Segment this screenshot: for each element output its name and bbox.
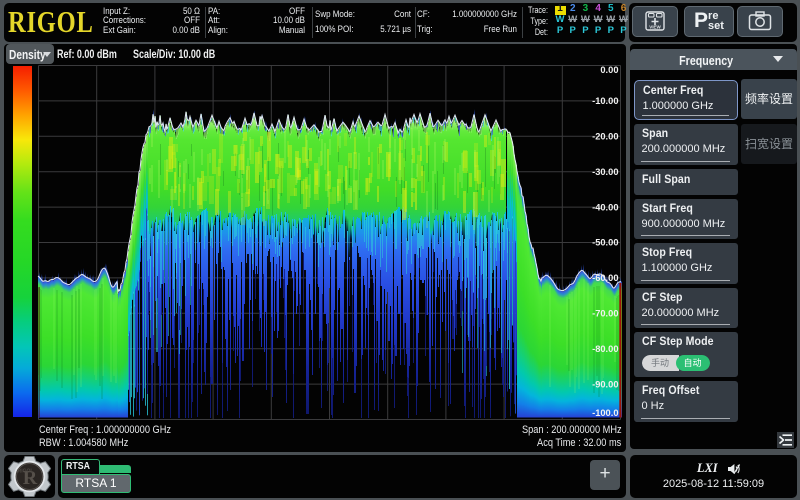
svg-text:-80.00: -80.00: [592, 344, 618, 354]
svg-text:VIEW: VIEW: [649, 25, 661, 30]
svg-text:-100.0: -100.0: [592, 408, 618, 418]
svg-text:-50.00: -50.00: [592, 238, 618, 248]
svg-text:RIGOL: RIGOL: [18, 469, 34, 475]
svg-text:-30.00: -30.00: [592, 167, 618, 177]
svg-text:-10.00: -10.00: [592, 96, 618, 106]
svg-text:-70.00: -70.00: [592, 309, 618, 319]
svg-text:0.00: 0.00: [600, 65, 618, 75]
svg-text:-90.00: -90.00: [592, 379, 618, 389]
svg-text:-20.00: -20.00: [592, 132, 618, 142]
svg-text:-60.00: -60.00: [592, 273, 618, 283]
svg-text:-40.00: -40.00: [592, 202, 618, 212]
